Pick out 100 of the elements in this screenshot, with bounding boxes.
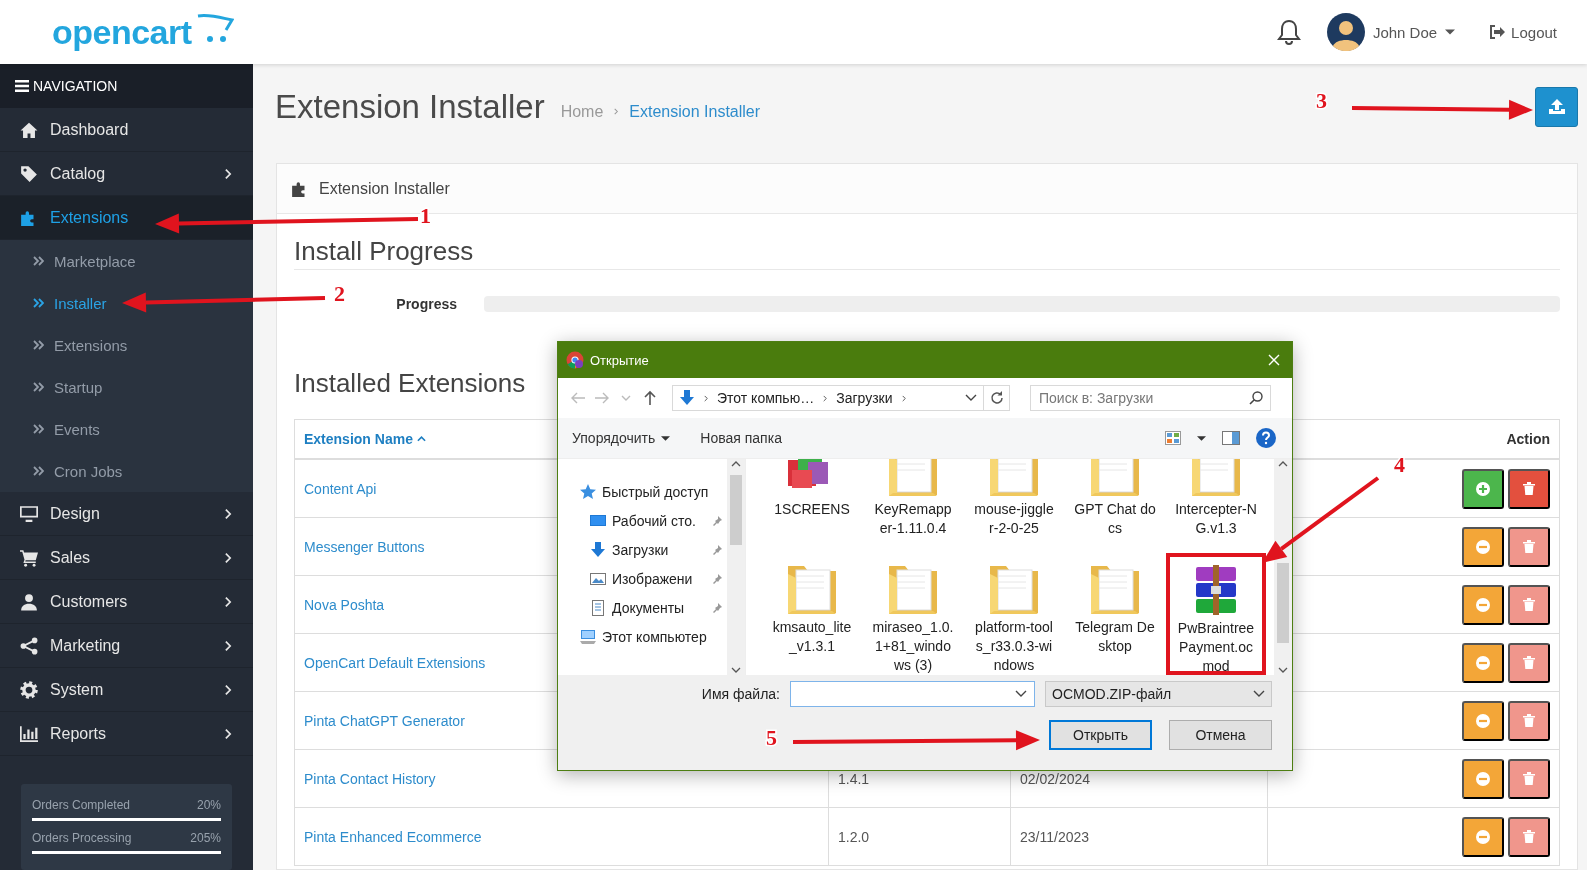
tree-item[interactable]: Документы <box>558 593 727 622</box>
home-icon <box>20 120 38 139</box>
uninstall-button[interactable] <box>1462 584 1504 625</box>
delete-button[interactable] <box>1508 700 1550 741</box>
tree-item[interactable]: Загрузки <box>558 535 727 564</box>
scrollbar[interactable] <box>1274 459 1292 675</box>
open-button[interactable]: Открыть <box>1049 720 1152 750</box>
avatar-icon <box>1326 13 1365 51</box>
tree-item[interactable]: Быстрый доступ <box>558 477 727 506</box>
address-bar[interactable]: Этот компью… Загрузки <box>672 385 984 411</box>
extension-link[interactable]: Pinta Contact History <box>304 770 436 787</box>
uninstall-button[interactable] <box>1462 642 1504 683</box>
cancel-button[interactable]: Отмена <box>1169 720 1272 750</box>
file-item[interactable]: Telegram Desktop <box>1065 553 1165 675</box>
column-header[interactable]: Extension Name <box>304 431 426 447</box>
delete-button[interactable] <box>1508 584 1550 625</box>
extension-link[interactable]: Pinta Enhanced Ecommerce <box>304 828 482 845</box>
new-folder-button[interactable]: Новая папка <box>700 430 782 446</box>
sort-caret-icon <box>416 436 426 442</box>
chevron-right-icon <box>223 683 233 696</box>
view-icon[interactable] <box>1165 431 1181 445</box>
bar-chart-icon <box>20 724 38 743</box>
filename-field[interactable] <box>790 681 1035 707</box>
upload-button[interactable] <box>1535 86 1578 127</box>
file-item[interactable]: platform-tools_r33.0.3-windows <box>964 553 1064 675</box>
nav-item[interactable]: System <box>0 668 253 712</box>
logout-link[interactable]: Logout <box>1489 23 1557 41</box>
file-item[interactable]: mouse-jiggler-2-0-25 <box>964 459 1064 553</box>
monitor-icon <box>20 504 38 523</box>
trash-icon <box>1522 539 1536 554</box>
nav-item[interactable]: Reports <box>0 712 253 756</box>
tag-icon <box>20 164 38 183</box>
organize-button[interactable]: Упорядочить <box>572 430 671 446</box>
extension-link[interactable]: Messenger Buttons <box>304 538 425 555</box>
file-item[interactable]: GPT Chat docs <box>1065 459 1165 553</box>
extension-link[interactable]: Pinta ChatGPT Generator <box>304 712 465 729</box>
preview-pane-icon[interactable] <box>1222 431 1240 445</box>
bell-icon[interactable] <box>1276 19 1301 45</box>
nav-item[interactable]: Customers <box>0 580 253 624</box>
download-arrow-icon <box>679 390 695 406</box>
submenu-item[interactable]: Cron Jobs <box>0 450 253 492</box>
panel-title: Extension Installer <box>319 179 450 198</box>
extension-link[interactable]: Content Api <box>304 480 377 497</box>
uninstall-button[interactable] <box>1462 758 1504 799</box>
extension-link[interactable]: Nova Poshta <box>304 596 385 613</box>
file-item[interactable]: KeyRemapper-1.11.0.4 <box>863 459 963 553</box>
chevron-right-icon <box>223 167 233 180</box>
extension-link[interactable]: OpenCart Default Extensions <box>304 654 486 671</box>
file-item[interactable]: miraseo_1.0.1+81_windows (3) <box>863 553 963 675</box>
nav-item[interactable]: Marketing <box>0 624 253 668</box>
chevron-right-icon <box>223 595 233 608</box>
chevron-right-icon <box>223 727 233 740</box>
annotation-number: 4 <box>1394 452 1405 477</box>
delete-button[interactable] <box>1508 468 1550 509</box>
file-item[interactable]: kmsauto_lite_v1.3.1 <box>762 553 862 675</box>
submenu-item[interactable]: Installer <box>0 282 253 324</box>
install-button[interactable] <box>1462 468 1504 509</box>
document-icon <box>590 599 606 616</box>
plus-circle-icon <box>1475 480 1491 497</box>
up-button[interactable] <box>642 390 658 406</box>
version-text: 1.2.0 <box>838 828 870 845</box>
double-chevron-icon <box>33 466 44 476</box>
delete-button[interactable] <box>1508 642 1550 683</box>
search-field[interactable]: Поиск в: Загрузки <box>1030 385 1271 411</box>
refresh-button[interactable] <box>984 385 1010 411</box>
minus-circle-icon <box>1475 596 1491 613</box>
page-title: Extension Installer <box>275 87 545 126</box>
tree-item[interactable]: Этот компьютер <box>558 622 727 651</box>
nav-item[interactable]: Dashboard <box>0 108 253 152</box>
path-segment[interactable]: Загрузки <box>836 390 893 406</box>
submenu-item[interactable]: Extensions <box>0 324 253 366</box>
file-item[interactable]: 1SCREENS <box>762 459 862 553</box>
file-item[interactable]: Intercepter-NG.v1.3 <box>1166 459 1266 553</box>
submenu-item[interactable]: Events <box>0 408 253 450</box>
uninstall-button[interactable] <box>1462 526 1504 567</box>
path-segment[interactable]: Этот компью… <box>717 390 815 406</box>
nav-item[interactable]: Design <box>0 492 253 536</box>
chevron-right-icon <box>703 393 709 403</box>
minus-circle-icon <box>1475 712 1491 729</box>
scrollbar-thumb[interactable] <box>1277 563 1289 643</box>
minus-circle-icon <box>1475 654 1491 671</box>
tree-item[interactable]: Изображени <box>558 564 727 593</box>
delete-button[interactable] <box>1508 816 1550 857</box>
delete-button[interactable] <box>1508 526 1550 567</box>
uninstall-button[interactable] <box>1462 700 1504 741</box>
chevron-right-icon <box>613 107 620 116</box>
scrollbar-thumb[interactable] <box>730 475 742 545</box>
uninstall-button[interactable] <box>1462 816 1504 857</box>
double-chevron-icon <box>33 256 44 266</box>
tree-item[interactable]: Рабочий сто. <box>558 506 727 535</box>
close-button[interactable] <box>1268 354 1280 366</box>
user-menu[interactable]: John Doe <box>1326 13 1456 51</box>
submenu-item[interactable]: Startup <box>0 366 253 408</box>
nav-item[interactable]: Sales <box>0 536 253 580</box>
scrollbar[interactable] <box>727 459 745 675</box>
submenu-item[interactable]: Marketplace <box>0 240 253 282</box>
file-type-dropdown[interactable]: OCMOD.ZIP-файл <box>1045 681 1272 707</box>
nav-item[interactable]: Extensions <box>0 196 253 240</box>
delete-button[interactable] <box>1508 758 1550 799</box>
help-icon[interactable] <box>1256 428 1276 448</box>
